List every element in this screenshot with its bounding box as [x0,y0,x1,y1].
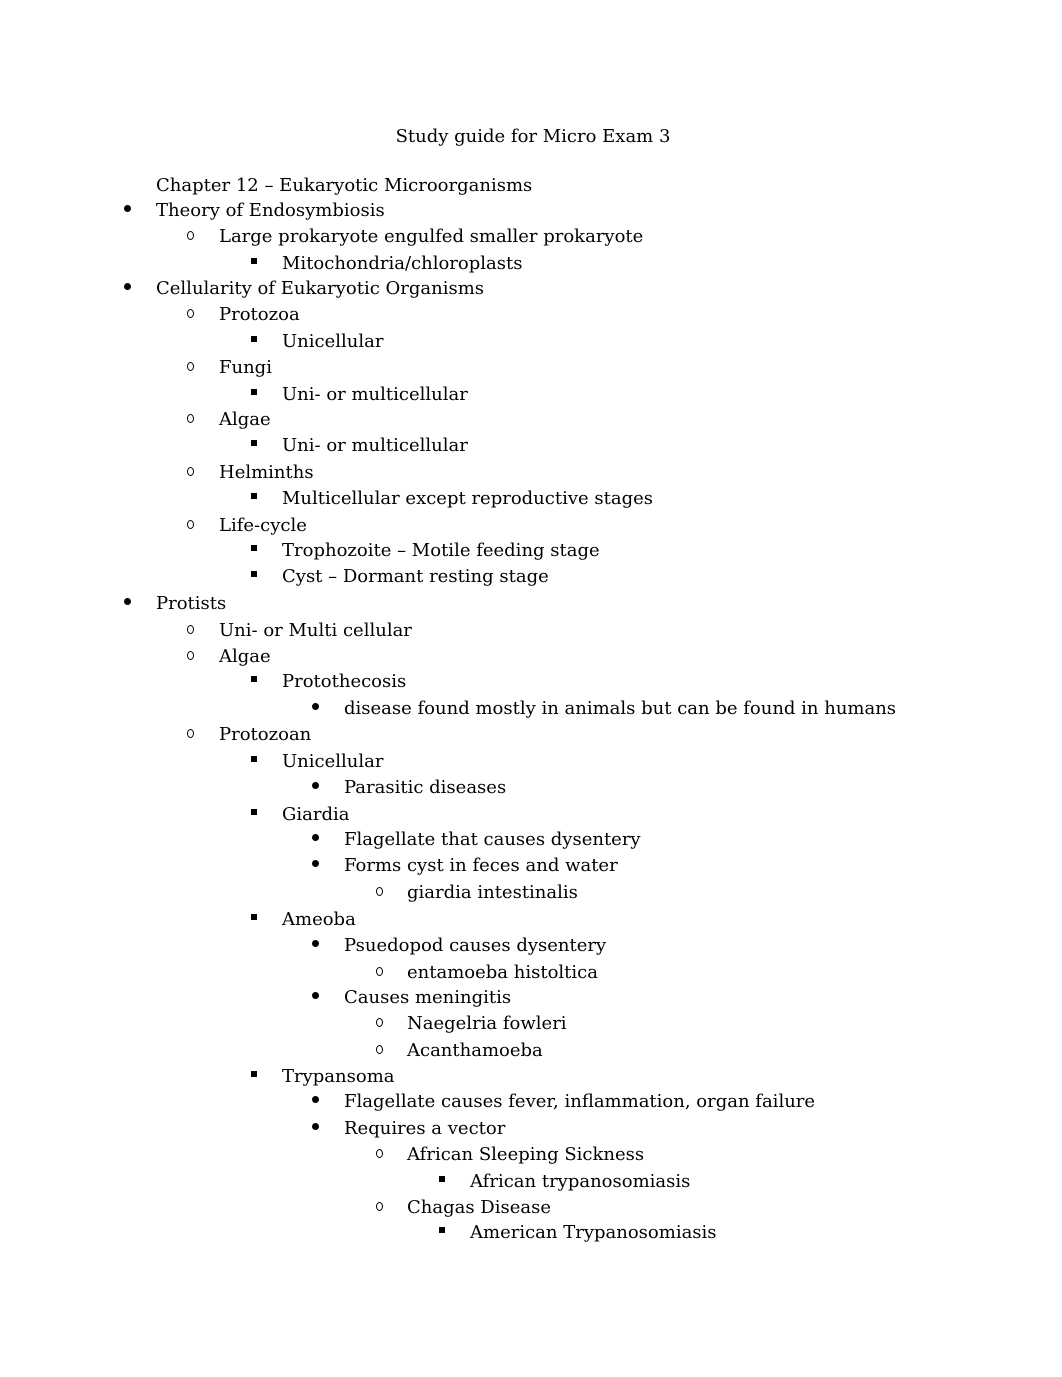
bullet-circle-icon [376,1196,383,1220]
bullet-square-icon [251,434,257,458]
outline-item-level-6: American Trypanosomiasis [470,1222,717,1243]
outline-item-level-4: Parasitic diseases [344,777,507,798]
bullet-disc-icon [124,277,131,301]
document-page: Study guide for Micro Exam 3 Chapter 12 … [0,0,1062,1377]
bullet-circle-icon [187,225,194,249]
document-title: Study guide for Micro Exam 3 [395,126,671,147]
outline-item-level-1: Protists [156,593,227,614]
outline-item-level-2: Uni- or Multi cellular [219,620,412,641]
bullet-square-icon [251,803,257,827]
outline-item-level-5: Chagas Disease [407,1197,552,1218]
bullet-square-icon [251,908,257,932]
outline-item-level-3: Uni- or multicellular [282,435,468,456]
bullet-circle-icon [187,619,194,643]
outline-item-level-3: Cyst – Dormant resting stage [282,566,549,587]
bullet-disc-icon [312,854,319,878]
chapter-heading: Chapter 12 – Eukaryotic Microorganisms [156,175,533,196]
bullet-square-icon [251,565,257,589]
bullet-disc-icon [312,776,319,800]
outline-item-level-2: Fungi [219,357,272,378]
bullet-circle-icon [187,408,194,432]
bullet-disc-icon [312,1090,319,1114]
bullet-disc-icon [312,697,319,721]
bullet-circle-icon [187,645,194,669]
outline-item-level-4: Flagellate causes fever, inflammation, o… [344,1091,816,1112]
outline-item-level-5: African Sleeping Sickness [407,1144,645,1165]
outline-item-level-3: Unicellular [282,331,384,352]
bullet-circle-icon [187,356,194,380]
outline-item-level-2: Protozoa [219,304,300,325]
bullet-square-icon [439,1221,445,1245]
bullet-square-icon [251,330,257,354]
bullet-square-icon [251,539,257,563]
bullet-disc-icon [124,592,131,616]
outline-item-level-4: Psuedopod causes dysentery [344,935,607,956]
bullet-square-icon [251,1065,257,1089]
outline-item-level-4: Causes meningitis [344,987,512,1008]
outline-item-level-3: Trypansoma [282,1066,395,1087]
outline-item-level-2: Large prokaryote engulfed smaller prokar… [219,226,644,247]
outline-item-level-3: Protothecosis [282,671,407,692]
bullet-circle-icon [376,1012,383,1036]
outline-item-level-3: Ameoba [282,909,356,930]
bullet-circle-icon [187,303,194,327]
outline-item-level-3: Uni- or multicellular [282,384,468,405]
outline-item-level-1: Theory of Endosymbiosis [156,200,385,221]
bullet-square-icon [251,487,257,511]
outline-item-level-4: Flagellate that causes dysentery [344,829,641,850]
bullet-circle-icon [376,1039,383,1063]
bullet-disc-icon [312,934,319,958]
outline-item-level-6: African trypanosomiasis [470,1171,691,1192]
bullet-circle-icon [376,961,383,985]
outline-item-level-3: Multicellular except reproductive stages [282,488,654,509]
outline-item-level-2: Algae [219,409,271,430]
bullet-circle-icon [187,514,194,538]
bullet-circle-icon [376,881,383,905]
bullet-disc-icon [124,199,131,223]
outline-item-level-1: Cellularity of Eukaryotic Organisms [156,278,485,299]
bullet-square-icon [251,750,257,774]
bullet-disc-icon [312,986,319,1010]
bullet-square-icon [251,383,257,407]
outline-item-level-5: giardia intestinalis [407,882,578,903]
bullet-circle-icon [187,723,194,747]
outline-item-level-5: entamoeba histoltica [407,962,598,983]
outline-item-level-5: Acanthamoeba [407,1040,543,1061]
outline-item-level-2: Protozoan [219,724,312,745]
outline-item-level-3: Giardia [282,804,350,825]
bullet-circle-icon [187,461,194,485]
outline-item-level-4: disease found mostly in animals but can … [344,698,897,719]
outline-item-level-2: Algae [219,646,271,667]
outline-item-level-3: Unicellular [282,751,384,772]
bullet-square-icon [439,1170,445,1194]
outline-item-level-4: Requires a vector [344,1118,506,1139]
bullet-circle-icon [376,1143,383,1167]
bullet-disc-icon [312,828,319,852]
outline-item-level-5: Naegelria fowleri [407,1013,567,1034]
bullet-square-icon [251,670,257,694]
outline-item-level-2: Life-cycle [219,515,307,536]
outline-item-level-3: Mitochondria/chloroplasts [282,253,523,274]
outline-item-level-2: Helminths [219,462,314,483]
outline-item-level-3: Trophozoite – Motile feeding stage [282,540,600,561]
bullet-square-icon [251,252,257,276]
bullet-disc-icon [312,1117,319,1141]
outline-item-level-4: Forms cyst in feces and water [344,855,618,876]
